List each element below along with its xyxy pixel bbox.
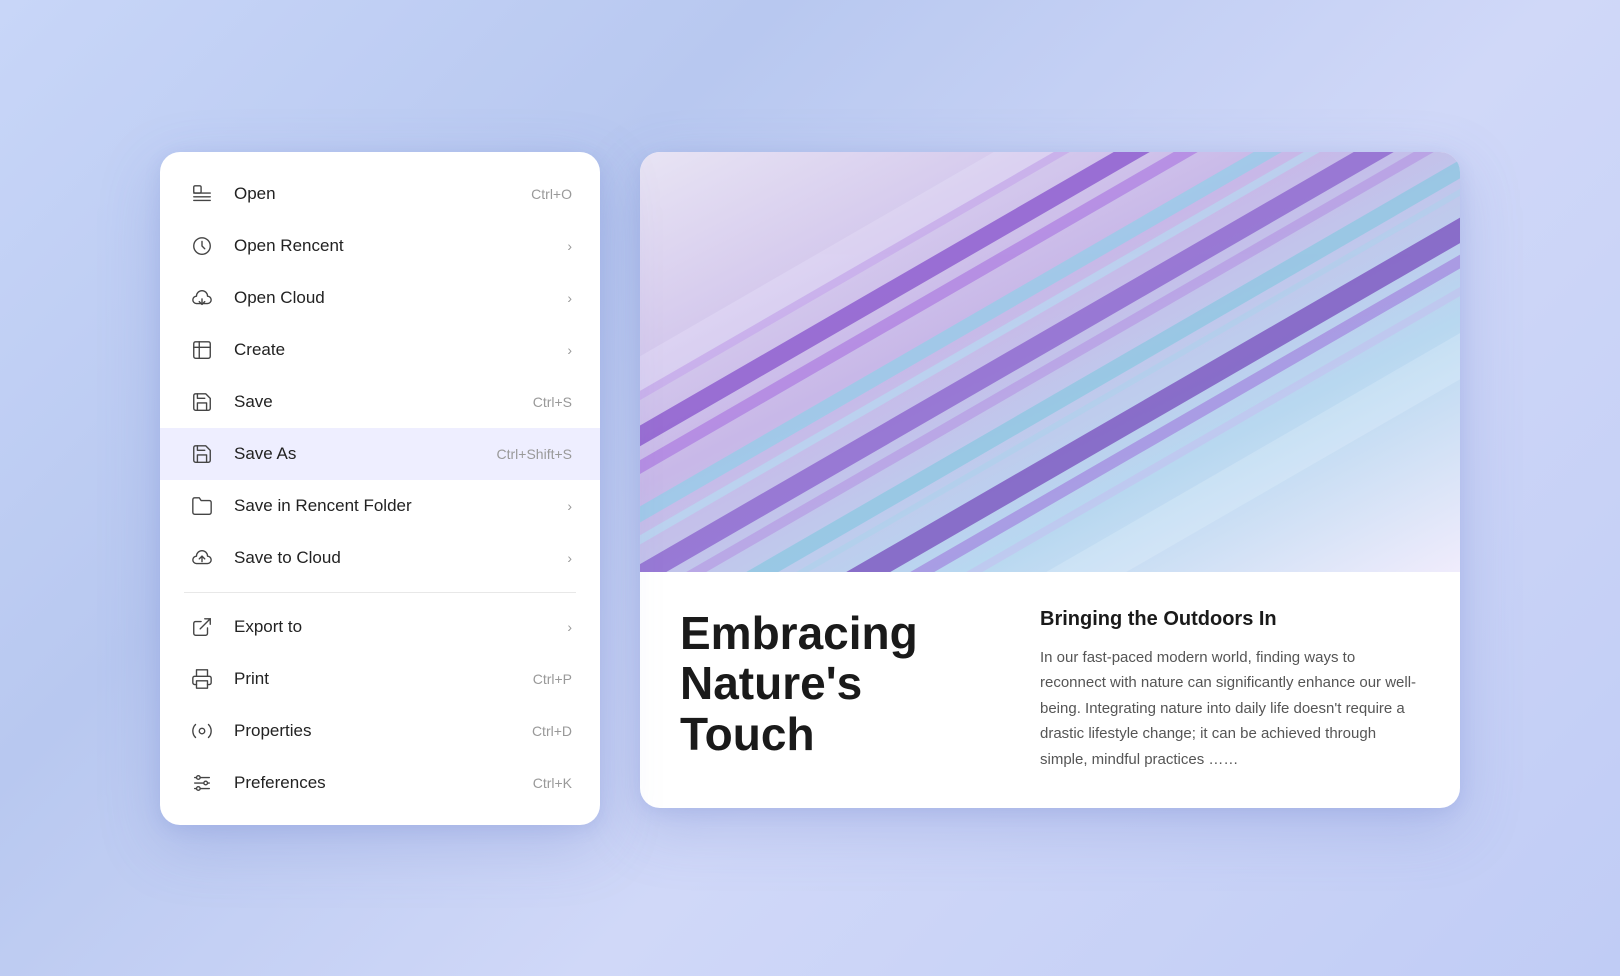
menu-item-export[interactable]: Export to › — [160, 601, 600, 653]
menu-label-export: Export to — [234, 617, 559, 637]
menu-label-save: Save — [234, 392, 533, 412]
menu-divider — [184, 592, 576, 593]
menu-item-open-recent[interactable]: Open Rencent › — [160, 220, 600, 272]
menu-item-print[interactable]: PrintCtrl+P — [160, 653, 600, 705]
menu-item-save[interactable]: SaveCtrl+S — [160, 376, 600, 428]
export-icon — [188, 613, 216, 641]
menu-label-preferences: Preferences — [234, 773, 533, 793]
gradient-image — [640, 152, 1460, 572]
chevron-save-cloud: › — [567, 550, 572, 566]
cloud-download-icon — [188, 284, 216, 312]
save-as-icon — [188, 440, 216, 468]
save-icon — [188, 388, 216, 416]
menu-item-open-cloud[interactable]: Open Cloud › — [160, 272, 600, 324]
menu-item-preferences[interactable]: PreferencesCtrl+K — [160, 757, 600, 809]
menu-label-open-cloud: Open Cloud — [234, 288, 559, 308]
doc-title: Embracing Nature's Touch — [680, 608, 1000, 773]
open-recent-icon — [188, 232, 216, 260]
preferences-icon — [188, 769, 216, 797]
menu-item-open[interactable]: OpenCtrl+O — [160, 168, 600, 220]
shortcut-open: Ctrl+O — [531, 186, 572, 202]
menu-label-properties: Properties — [234, 721, 532, 741]
article-heading: Bringing the Outdoors In — [1040, 608, 1420, 631]
document-card: Embracing Nature's Touch Bringing the Ou… — [640, 152, 1460, 809]
open-icon — [188, 180, 216, 208]
cloud-upload-icon — [188, 544, 216, 572]
shortcut-properties: Ctrl+D — [532, 723, 572, 739]
menu-label-save-recent-folder: Save in Rencent Folder — [234, 496, 559, 516]
menu-item-save-as[interactable]: Save AsCtrl+Shift+S — [160, 428, 600, 480]
chevron-create: › — [567, 342, 572, 358]
create-icon — [188, 336, 216, 364]
menu-label-create: Create — [234, 340, 559, 360]
doc-article: Bringing the Outdoors In In our fast-pac… — [1040, 608, 1420, 773]
article-body: In our fast-paced modern world, finding … — [1040, 645, 1420, 773]
menu-label-open: Open — [234, 184, 531, 204]
menu-label-print: Print — [234, 669, 533, 689]
chevron-open-recent: › — [567, 238, 572, 254]
menu-item-save-recent-folder[interactable]: Save in Rencent Folder › — [160, 480, 600, 532]
menu-item-properties[interactable]: PropertiesCtrl+D — [160, 705, 600, 757]
print-icon — [188, 665, 216, 693]
menu-label-save-cloud: Save to Cloud — [234, 548, 559, 568]
shortcut-print: Ctrl+P — [533, 671, 572, 687]
shortcut-save: Ctrl+S — [533, 394, 572, 410]
scene: OpenCtrl+OOpen Rencent›Open Cloud›Create… — [160, 152, 1460, 825]
shortcut-save-as: Ctrl+Shift+S — [497, 446, 572, 462]
chevron-export: › — [567, 619, 572, 635]
chevron-open-cloud: › — [567, 290, 572, 306]
doc-content: Embracing Nature's Touch Bringing the Ou… — [640, 572, 1460, 809]
doc-image — [640, 152, 1460, 572]
context-menu: OpenCtrl+OOpen Rencent›Open Cloud›Create… — [160, 152, 600, 825]
properties-icon — [188, 717, 216, 745]
menu-item-save-cloud[interactable]: Save to Cloud › — [160, 532, 600, 584]
folder-icon — [188, 492, 216, 520]
menu-label-open-recent: Open Rencent — [234, 236, 559, 256]
menu-item-create[interactable]: Create › — [160, 324, 600, 376]
chevron-save-recent-folder: › — [567, 498, 572, 514]
menu-label-save-as: Save As — [234, 444, 497, 464]
shortcut-preferences: Ctrl+K — [533, 775, 572, 791]
